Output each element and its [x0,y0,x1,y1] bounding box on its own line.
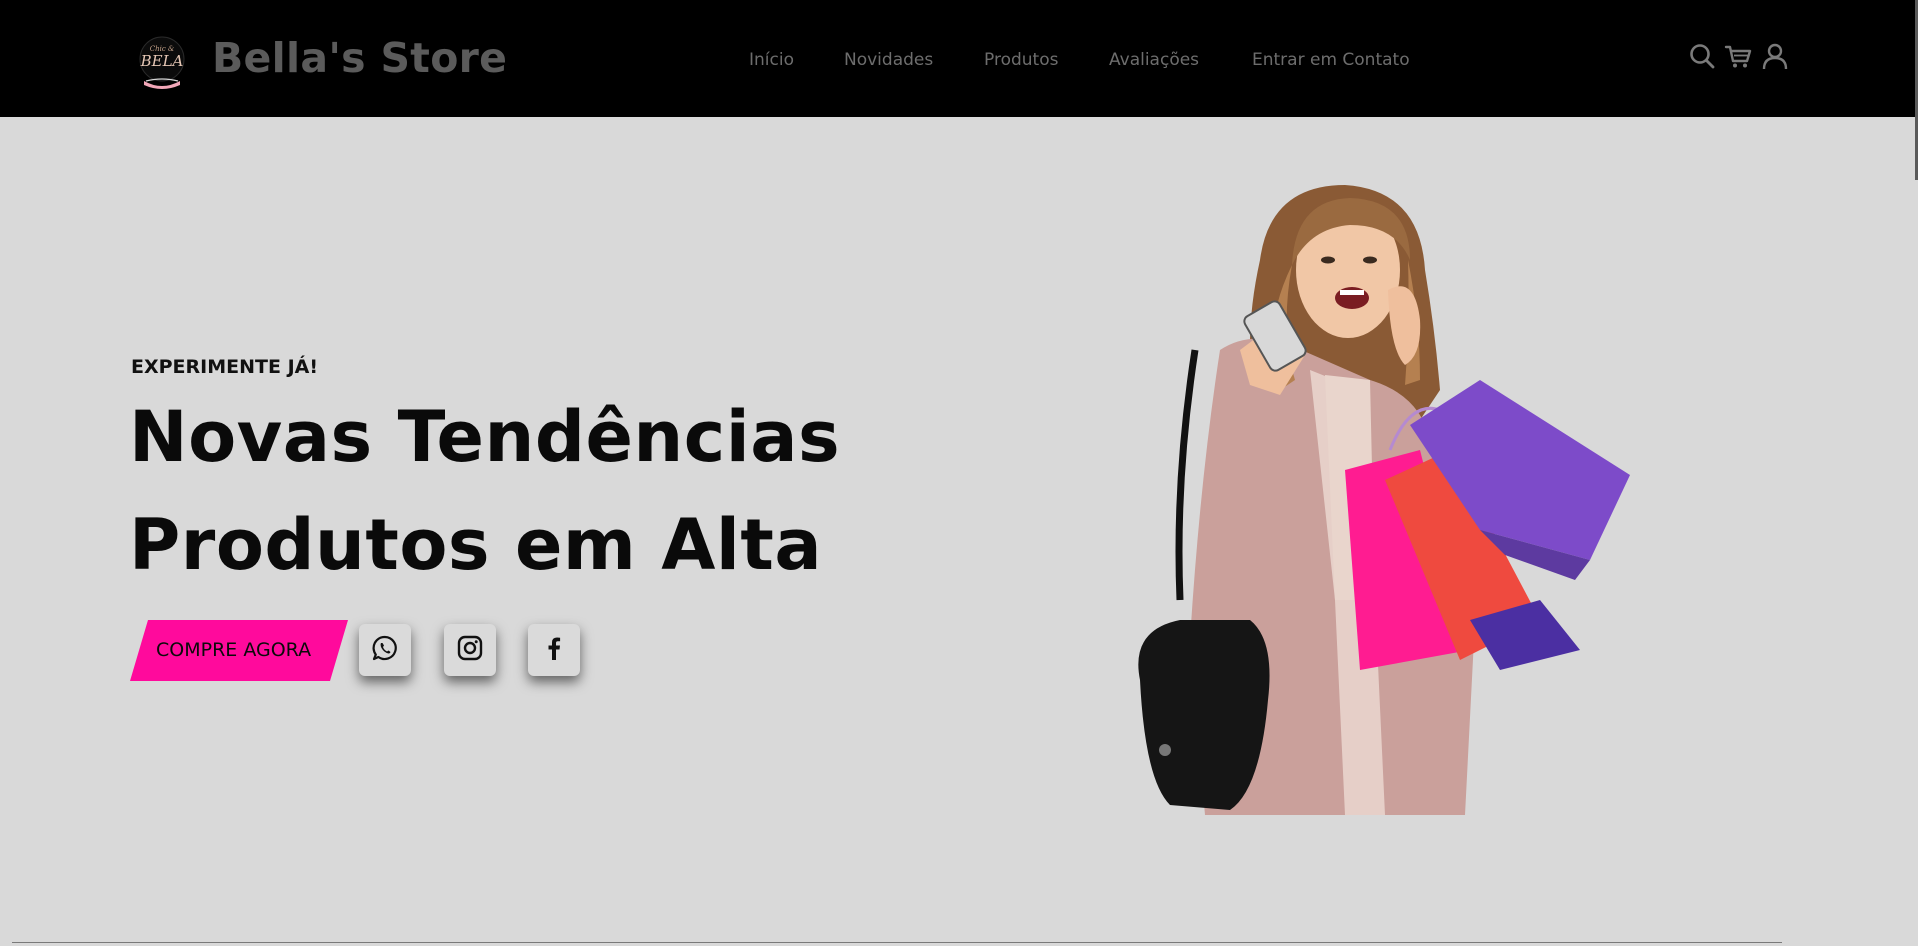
site-header: Chic & BELA Bella's Store Início Novidad… [0,0,1918,117]
user-icon[interactable] [1761,42,1789,70]
nav-item-contato[interactable]: Entrar em Contato [1252,46,1410,74]
brand-name[interactable]: Bella's Store [212,28,507,88]
hero-image-woman-with-shopping-bags [1120,180,1680,815]
compre-agora-label: COMPRE AGORA [156,639,312,661]
whatsapp-button[interactable] [359,624,411,676]
hero-headline-line2: Produtos em Alta [129,504,823,586]
whatsapp-icon [371,634,399,666]
hero-eyebrow: EXPERIMENTE JÁ! [131,356,319,378]
svg-text:BELA: BELA [140,52,184,70]
search-icon[interactable] [1688,42,1716,70]
logo[interactable]: Chic & BELA [136,35,188,91]
cart-icon[interactable] [1724,42,1752,70]
nav-item-inicio[interactable]: Início [749,46,794,74]
section-divider [12,942,1782,943]
hero-headline-line1: Novas Tendências [129,396,841,478]
compre-agora-button[interactable]: COMPRE AGORA [130,620,348,681]
nav-item-produtos[interactable]: Produtos [984,46,1058,74]
instagram-button[interactable] [444,624,496,676]
nav-item-novidades[interactable]: Novidades [844,46,933,74]
instagram-icon [457,635,483,665]
facebook-icon [541,635,567,665]
page: Chic & BELA Bella's Store Início Novidad… [0,0,1918,946]
facebook-button[interactable] [528,624,580,676]
nav-item-avaliacoes[interactable]: Avaliações [1109,46,1199,74]
